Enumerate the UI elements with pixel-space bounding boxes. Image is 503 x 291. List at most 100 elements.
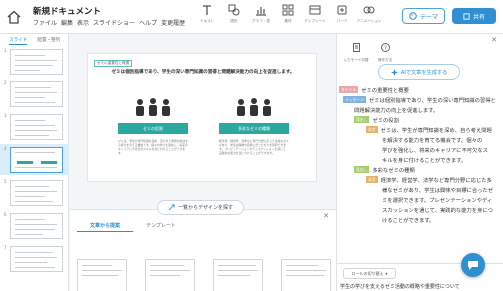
outline-text-line[interactable]: ミを選択できます。プレゼンテーションやディ xyxy=(382,196,492,206)
share-icon xyxy=(463,12,470,20)
message-tag: メッセージ xyxy=(343,96,366,103)
design-suggestion[interactable] xyxy=(213,259,263,291)
outline-text-line[interactable]: けることができます。 xyxy=(382,216,434,226)
tool-template[interactable]: テンプレート xyxy=(304,4,326,24)
design-suggestion[interactable] xyxy=(281,259,331,291)
slide-title[interactable]: ゼミは個別指導であり、学生の深い専門知識の習得と問題解決能力の向上を促進します。 xyxy=(108,69,298,75)
outline-text-line[interactable]: を解決する能力を育てる機会です。個々の xyxy=(382,136,482,146)
menu-edit[interactable]: 編集 xyxy=(61,18,73,27)
tool-chart[interactable]: グラフ・表 xyxy=(250,4,272,24)
chart-icon xyxy=(256,7,266,16)
shape-icon xyxy=(228,4,240,16)
current-slide[interactable]: ゼミの重要性と概要 ゼミは個別指導であり、学生の深い専門知識の習得と問題解決能力… xyxy=(87,53,317,182)
tab-slides[interactable]: スライド xyxy=(9,37,28,45)
body-tag: 本文 xyxy=(366,176,378,183)
tool-animation[interactable]: アニメーション xyxy=(357,4,382,24)
slide-thumb-row[interactable]: 3 xyxy=(0,111,69,142)
tool-shape[interactable]: 図形 xyxy=(223,4,245,24)
theme-button[interactable]: テーマ xyxy=(402,8,445,24)
outline-heading-line[interactable]: 見出し 多彩なゼミの種類 xyxy=(354,166,415,176)
body-tag: 本文 xyxy=(366,126,378,133)
design-suggestion[interactable] xyxy=(77,259,127,291)
outline-text-line[interactable]: 問題解決能力の向上を促進します。 xyxy=(354,106,438,116)
slide-label[interactable]: ゼミの重要性と概要 xyxy=(94,60,133,67)
role-banner[interactable]: ゼミの役割 xyxy=(118,123,188,134)
ai-generate-button[interactable]: AIで文章を生成する xyxy=(378,64,460,80)
types-body-text[interactable]: 経済学、経営学、法学など専門分野に応じた多様なゼミがあり、学生は興味や目標に合っ… xyxy=(219,139,289,155)
slide-thumbnail[interactable] xyxy=(10,49,63,75)
slide-canvas: ゼミの重要性と概要 ゼミは個別指導であり、学生の深い専門知識の習得と問題解決能力… xyxy=(70,34,336,291)
outline-body-line[interactable]: 本文 経済学、経営学、法学など専門分野に応じた多 xyxy=(366,176,492,186)
slide-thumbnail-selected[interactable] xyxy=(10,147,63,173)
slide-thumb-row[interactable]: 7 xyxy=(0,243,69,274)
share-button[interactable]: 共有 xyxy=(452,8,496,24)
people-icon xyxy=(136,98,170,116)
close-icon[interactable]: ✕ xyxy=(323,212,329,220)
palette-icon xyxy=(409,12,417,20)
template-icon xyxy=(309,5,321,15)
menu-file[interactable]: ファイル xyxy=(33,18,57,27)
slide-thumb-row[interactable]: 6 xyxy=(0,210,69,241)
summary-prompt-text[interactable]: 学生の学びを支えるゼミ活動の概略や重要性について xyxy=(340,283,460,290)
help-button[interactable]: ? 操作方法 xyxy=(370,37,400,63)
slide-thumb-row[interactable]: 1 xyxy=(0,46,69,77)
slide-thumbnail[interactable] xyxy=(10,180,63,206)
role-switch-button[interactable]: ロールの切り替え ▾ xyxy=(343,268,396,279)
suggestion-tabs: 文章から提案 テンプレート xyxy=(77,222,189,232)
tool-text[interactable]: テキスト xyxy=(196,4,218,24)
outline-panel: ✕ 入力モード切替 ? 操作方法 AIで文章を生成する タイトル ゼミの重要性と概… xyxy=(336,34,503,291)
slide-thumb-row[interactable]: 2 xyxy=(0,78,69,109)
input-mode-toggle[interactable]: 入力モード切替 xyxy=(341,37,371,63)
slide-panel-tabs: スライド 配置・整列 xyxy=(0,34,68,45)
types-banner[interactable]: 多彩なゼミの種類 xyxy=(219,123,289,134)
sparkle-icon xyxy=(390,68,398,76)
menu-history[interactable]: 変更履歴 xyxy=(161,18,185,27)
title-tag: タイトル xyxy=(339,86,359,93)
text-icon xyxy=(203,5,211,15)
document-title[interactable]: 新規ドキュメント xyxy=(33,5,101,17)
document-icon xyxy=(352,43,360,52)
top-bar: 新規ドキュメント ファイル 編集 表示 スライドショー ヘルプ 変更履歴 テキス… xyxy=(0,0,503,34)
app-window: 新規ドキュメント ファイル 編集 表示 スライドショー ヘルプ 変更履歴 テキス… xyxy=(0,0,503,291)
slide-panel: スライド 配置・整列 1 2 3 4 5 6 7 xyxy=(0,34,69,291)
parts-icon xyxy=(337,5,347,15)
svg-text:?: ? xyxy=(383,45,386,52)
tool-assets[interactable]: 素材 xyxy=(277,4,299,24)
outline-text-line[interactable]: スカッションを通じて、実践的な能力を身につ xyxy=(382,206,493,216)
tab-template[interactable]: テンプレート xyxy=(133,222,189,232)
outline-body-line[interactable]: 本文 ゼミは、学生が専門知識を深め、自ら考え問題 xyxy=(366,126,492,136)
outline-title-line[interactable]: タイトル ゼミの重要性と概要 xyxy=(339,86,409,96)
slide-thumbnail[interactable] xyxy=(10,246,63,272)
tab-arrange[interactable]: 配置・整列 xyxy=(37,37,60,45)
design-suggestion[interactable] xyxy=(145,259,195,291)
slide-thumbnail[interactable] xyxy=(10,81,63,107)
tab-text-suggest[interactable]: 文章から提案 xyxy=(77,222,133,232)
slide-thumb-row-active[interactable]: 4 xyxy=(0,144,69,175)
help-icon: ? xyxy=(380,43,390,52)
menu-slideshow[interactable]: スライドショー xyxy=(93,18,135,27)
outline-text-line[interactable]: 様なゼミがあり、学生は興味や目標に合ったゼ xyxy=(382,186,493,196)
people-icon xyxy=(237,98,271,116)
heading-tag: 見出し xyxy=(354,116,370,123)
home-icon[interactable] xyxy=(6,9,22,25)
close-icon[interactable]: ✕ xyxy=(491,36,497,44)
chat-icon xyxy=(468,260,478,270)
outline-heading-line[interactable]: 見出し ゼミの役割 xyxy=(354,116,399,126)
expand-icon xyxy=(168,204,175,211)
slide-thumb-row[interactable]: 5 xyxy=(0,177,69,208)
toolbar: テキスト 図形 グラフ・表 素材 テンプレート パーツ アニメーション xyxy=(196,4,382,24)
outline-message-line[interactable]: メッセージ ゼミは個別指導であり、学生の深い専門知識の習得と xyxy=(343,96,496,106)
heading-tag: 見出し xyxy=(354,166,370,173)
menu-view[interactable]: 表示 xyxy=(77,18,89,27)
menu-help[interactable]: ヘルプ xyxy=(139,18,157,27)
slide-thumbnail[interactable] xyxy=(10,114,63,140)
slide-thumbnail[interactable] xyxy=(10,213,63,239)
menu-bar: ファイル 編集 表示 スライドショー ヘルプ 変更履歴 xyxy=(33,18,185,27)
outline-text-line[interactable]: 学びを強化し、将来のキャリアに不可欠なス xyxy=(382,146,488,156)
role-body-text[interactable]: ゼミは、学生が専門知識を深め、自ら考え問題を解決する能力を育てる機会です。個々の… xyxy=(118,139,188,155)
chat-support-button[interactable] xyxy=(461,253,485,277)
tool-parts[interactable]: パーツ xyxy=(331,4,353,24)
browse-designs-button[interactable]: 一覧からデザインを探す xyxy=(157,200,244,215)
outline-editor[interactable]: タイトル ゼミの重要性と概要 メッセージ ゼミは個別指導であり、学生の深い専門知識の… xyxy=(337,86,503,266)
outline-text-line[interactable]: キルを身に付けることができます。 xyxy=(382,156,466,166)
